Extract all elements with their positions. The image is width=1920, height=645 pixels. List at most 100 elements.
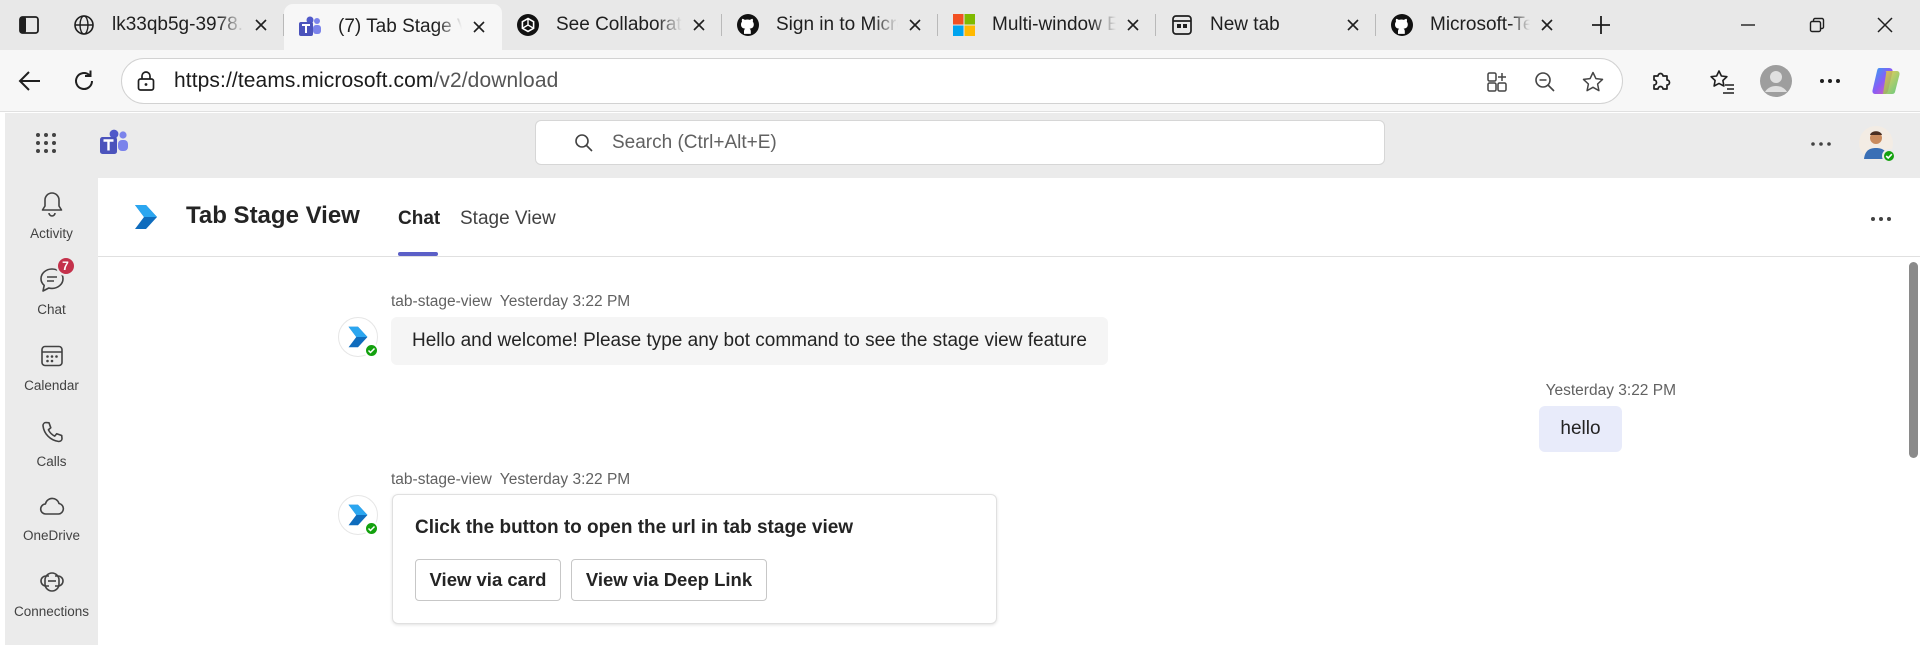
bell-icon	[36, 188, 68, 220]
zoom-out-icon[interactable]	[1532, 69, 1558, 95]
copilot-button[interactable]	[1866, 61, 1906, 101]
waffle-grid-icon	[36, 133, 56, 153]
rail-item-activity[interactable]: Activity	[5, 188, 98, 258]
refresh-icon	[75, 70, 93, 90]
url-host: https://teams.microsoft.com	[174, 69, 434, 92]
browser-tab-teams[interactable]: (7) Tab Stage View | Microsoft Teams	[284, 4, 502, 50]
bot-avatar[interactable]	[338, 317, 379, 358]
copilot-icon	[1872, 68, 1900, 94]
message-meta: tab-stage-view Yesterday 3:22 PM	[391, 293, 630, 311]
teams-header: Search (Ctrl+Alt+E)	[5, 113, 1920, 178]
tab-chat[interactable]: Chat	[398, 208, 440, 230]
url-text[interactable]: https://teams.microsoft.com/v2/download	[174, 69, 558, 93]
github-icon	[736, 13, 760, 37]
cloud-icon	[36, 490, 68, 522]
lock-icon[interactable]	[134, 69, 158, 93]
restore-button[interactable]	[1782, 0, 1852, 50]
close-icon	[1877, 17, 1893, 33]
rail-item-label: Calendar	[24, 378, 79, 393]
app-content: Tab Stage View Chat Stage View tab-stage…	[98, 178, 1920, 645]
back-button[interactable]	[10, 61, 50, 101]
bot-avatar[interactable]	[338, 495, 379, 536]
url-path: /v2/download	[433, 69, 559, 92]
minimize-button[interactable]	[1713, 0, 1783, 50]
tab-actions-button[interactable]	[0, 0, 58, 50]
rail-item-chat[interactable]: 7 Chat	[5, 256, 98, 334]
app-launcher-button[interactable]	[35, 132, 57, 154]
message-time: Yesterday 3:22 PM	[499, 471, 631, 488]
close-tab-icon[interactable]	[1122, 14, 1144, 36]
restore-icon	[1809, 17, 1825, 33]
favorites-button[interactable]	[1702, 61, 1742, 101]
chat-unread-badge: 7	[55, 256, 76, 276]
view-via-deep-link-button[interactable]: View via Deep Link	[571, 559, 767, 601]
tab-title: See Collaborative	[556, 14, 682, 35]
plus-icon	[1592, 16, 1610, 34]
connections-icon	[36, 566, 68, 598]
sender-name: tab-stage-view	[391, 471, 492, 488]
newtab-icon	[1170, 13, 1194, 37]
browser-tab-devtunnel[interactable]: lk33qb5g-3978.inc1.devtunnels.ms	[58, 0, 284, 50]
profile-button[interactable]	[1756, 61, 1796, 101]
tab-stage-view[interactable]: Stage View	[460, 208, 556, 230]
close-tab-icon[interactable]	[904, 14, 926, 36]
my-message-bubble[interactable]: hello	[1539, 406, 1622, 452]
close-window-button[interactable]	[1850, 0, 1920, 50]
teams-icon	[298, 15, 322, 39]
rail-item-calendar[interactable]: Calendar	[5, 340, 98, 410]
stage-view-app-icon	[135, 205, 157, 229]
app-title: Tab Stage View	[186, 202, 360, 229]
bot-message-bubble[interactable]: Hello and welcome! Please type any bot c…	[391, 317, 1108, 365]
extensions-button[interactable]	[1642, 61, 1682, 101]
minimize-icon	[1741, 24, 1755, 26]
message-text: Hello and welcome! Please type any bot c…	[412, 330, 1087, 351]
github-icon	[1390, 13, 1414, 37]
browser-tab-newtab[interactable]: New tab	[1156, 0, 1376, 50]
split-screen-icon[interactable]	[1484, 69, 1510, 95]
search-placeholder: Search (Ctrl+Alt+E)	[612, 131, 777, 153]
view-via-card-button[interactable]: View via card	[415, 559, 561, 601]
rail-item-calls[interactable]: Calls	[5, 416, 98, 486]
teams-logo-icon	[100, 129, 128, 154]
close-tab-icon[interactable]	[468, 16, 490, 38]
rail-item-onedrive[interactable]: OneDrive	[5, 490, 98, 560]
rail-item-label: Chat	[37, 302, 66, 317]
rail-item-label: Connections	[13, 604, 90, 619]
presence-available-icon	[364, 521, 379, 536]
address-bar[interactable]: https://teams.microsoft.com/v2/download	[121, 58, 1623, 104]
tab-title: Microsoft-Teams-Samples	[1430, 14, 1530, 35]
search-icon	[574, 133, 594, 153]
new-tab-button[interactable]	[1576, 0, 1626, 50]
message-meta: Yesterday 3:22 PM	[1546, 382, 1676, 400]
app-more-button[interactable]	[1870, 208, 1892, 230]
microsoft-icon	[952, 13, 976, 37]
settings-more-button[interactable]	[1810, 61, 1850, 101]
chat-message-list: tab-stage-view Yesterday 3:22 PM Hello an…	[98, 258, 1920, 645]
close-tab-icon[interactable]	[688, 14, 710, 36]
rail-item-connections[interactable]: Connections	[5, 566, 98, 636]
back-arrow-icon	[18, 71, 40, 91]
puzzle-icon	[1653, 72, 1671, 90]
favorite-star-icon[interactable]	[1580, 69, 1606, 95]
close-tab-icon[interactable]	[1342, 14, 1364, 36]
teams-more-button[interactable]	[1810, 133, 1832, 155]
browser-tab-github-signin[interactable]: Sign in to Microsoft	[722, 0, 938, 50]
search-box[interactable]: Search (Ctrl+Alt+E)	[535, 120, 1385, 165]
sender-name: tab-stage-view	[391, 293, 492, 310]
user-avatar-icon	[1859, 126, 1896, 163]
close-tab-icon[interactable]	[250, 14, 272, 36]
chatgpt-icon	[516, 13, 540, 37]
browser-tab-chatgpt[interactable]: See Collaborative	[502, 0, 722, 50]
teams-left-rail: Activity 7 Chat Calendar Calls OneDrive …	[5, 178, 98, 645]
tab-title: lk33qb5g-3978.inc1.devtunnels.ms	[112, 14, 244, 35]
close-tab-icon[interactable]	[1536, 14, 1558, 36]
favorites-list-icon	[1710, 70, 1734, 94]
browser-tab-multiwindow[interactable]: Multi-window Experience	[938, 0, 1156, 50]
browser-tab-github-samples[interactable]: Microsoft-Teams-Samples	[1376, 0, 1570, 50]
refresh-button[interactable]	[64, 61, 104, 101]
chat-scrollbar[interactable]	[1909, 262, 1918, 458]
more-horizontal-icon	[1871, 217, 1891, 221]
user-avatar[interactable]	[1858, 125, 1896, 163]
globe-icon	[72, 13, 96, 37]
more-horizontal-icon	[1820, 79, 1840, 83]
